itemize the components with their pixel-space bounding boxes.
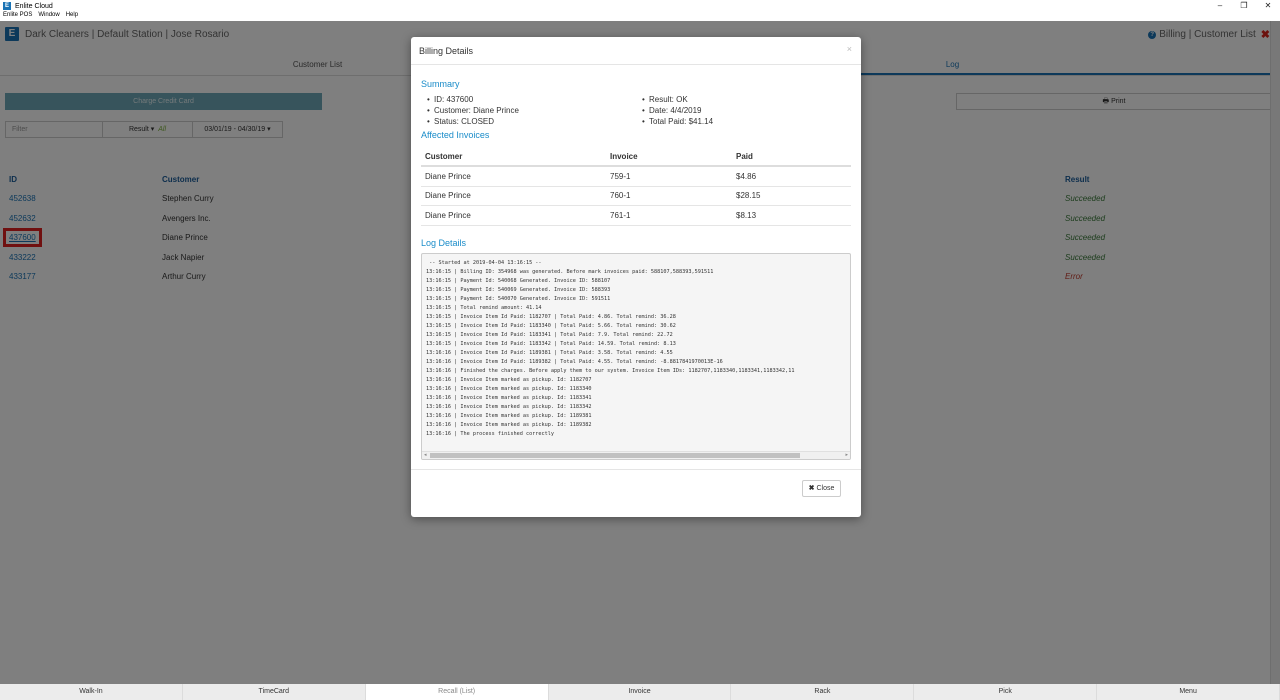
modal-header: Billing Details × <box>411 37 861 65</box>
invoice-paid: $4.86 <box>736 171 757 181</box>
summary-id: ID: 437600 <box>421 94 636 105</box>
log-line: 13:16:15 | Payment Id: 540068 Generated.… <box>426 277 611 284</box>
invoices-table: Customer Invoice Paid Diane Prince 759-1… <box>421 148 851 226</box>
log-line: 13:16:15 | Invoice Item Id Paid: 1183342… <box>426 340 676 347</box>
window-title: Enlite Cloud <box>15 2 53 10</box>
invoice-row: Diane Prince 761-1 $8.13 <box>421 206 851 226</box>
log-line: 13:16:15 | Total remind amount: 41.14 <box>426 304 542 311</box>
log-line: 13:16:15 | Invoice Item Id Paid: 1183340… <box>426 322 676 329</box>
log-line: 13:16:16 | Invoice Item marked as pickup… <box>426 394 592 401</box>
close-window-button[interactable]: ✕ <box>1256 0 1280 12</box>
log-line: 13:16:16 | Finished the charges. Before … <box>426 367 795 374</box>
log-line: 13:16:16 | Invoice Item Id Paid: 1189381… <box>426 349 673 356</box>
scroll-left-arrow-icon[interactable]: ◂ <box>424 452 427 458</box>
invoice-customer: Diane Prince <box>425 171 471 181</box>
nav-rack[interactable]: Rack <box>731 684 915 700</box>
affected-invoices-title: Affected Invoices <box>421 130 490 140</box>
summary-date: Date: 4/4/2019 <box>636 105 851 116</box>
maximize-button[interactable]: ❐ <box>1232 0 1256 12</box>
app-icon: E <box>3 2 11 10</box>
modal-footer: ✖ Close <box>411 469 861 517</box>
summary-list: ID: 437600 Customer: Diane Prince Status… <box>421 94 851 127</box>
summary-total-paid: Total Paid: $41.14 <box>636 116 851 127</box>
summary-title: Summary <box>421 79 460 89</box>
nav-recall-list[interactable]: Recall (List) <box>365 684 549 700</box>
nav-menu[interactable]: Menu <box>1097 684 1280 700</box>
nav-walk-in[interactable]: Walk-In <box>0 684 183 700</box>
nav-pick[interactable]: Pick <box>914 684 1098 700</box>
log-line: 13:16:15 | Invoice Item Id Paid: 1182707… <box>426 313 676 320</box>
log-details-title: Log Details <box>421 237 467 248</box>
summary-customer: Customer: Diane Prince <box>421 105 636 116</box>
log-line: 13:16:15 | Payment Id: 540070 Generated.… <box>426 295 611 302</box>
invoice-number: 759-1 <box>610 171 631 181</box>
minimize-button[interactable]: – <box>1208 0 1232 12</box>
menu-help[interactable]: Help <box>66 12 78 21</box>
log-line: 13:16:16 | Invoice Item Id Paid: 1189382… <box>426 358 723 365</box>
invoice-paid: $8.13 <box>736 210 757 220</box>
log-line: 13:16:16 | Invoice Item marked as pickup… <box>426 385 592 392</box>
close-button[interactable]: ✖ Close <box>802 480 841 497</box>
log-text: -- Started at 2019-04-04 13:16:15 -- 13:1… <box>422 254 850 444</box>
invoice-customer: Diane Prince <box>425 210 471 220</box>
footer-nav: Walk-In TimeCard Recall (List) Invoice R… <box>0 684 1280 700</box>
invoice-number: 760-1 <box>610 191 631 201</box>
log-line: 13:16:16 | Invoice Item marked as pickup… <box>426 376 592 383</box>
invoice-row: Diane Prince 759-1 $4.86 <box>421 167 851 187</box>
col-invoice: Invoice <box>610 152 638 161</box>
scroll-thumb[interactable] <box>430 452 800 458</box>
nav-invoice[interactable]: Invoice <box>549 684 732 700</box>
close-label: Close <box>816 485 835 492</box>
log-line: 13:16:16 | Invoice Item marked as pickup… <box>426 412 592 419</box>
close-icon: ✖ <box>808 485 815 492</box>
summary-status: Status: CLOSED <box>421 116 636 127</box>
billing-details-modal: Billing Details × Summary ID: 437600 Cus… <box>411 37 861 517</box>
log-details-box[interactable]: -- Started at 2019-04-04 13:16:15 -- 13:1… <box>421 252 851 460</box>
log-horizontal-scrollbar[interactable]: ◂ ▸ <box>422 450 850 459</box>
log-line: 13:16:16 | The process finished correctl… <box>426 430 555 437</box>
log-line: 13:16:15 | Invoice Item Id Paid: 1183341… <box>426 331 673 338</box>
log-line: 13:16:15 | Payment Id: 540069 Generated.… <box>426 286 611 293</box>
menubar: Enlite POS Window Help <box>0 12 1280 21</box>
window-titlebar: E Enlite Cloud – ❐ ✕ <box>0 0 1280 12</box>
menu-enlite-pos[interactable]: Enlite POS <box>3 12 32 21</box>
col-paid: Paid <box>736 152 753 161</box>
scroll-right-arrow-icon[interactable]: ▸ <box>845 452 848 458</box>
nav-timecard[interactable]: TimeCard <box>183 684 366 700</box>
log-line: 13:16:16 | Invoice Item marked as pickup… <box>426 403 592 410</box>
invoices-header: Customer Invoice Paid <box>421 148 851 167</box>
invoice-paid: $28.15 <box>736 191 761 201</box>
invoice-number: 761-1 <box>610 210 631 220</box>
summary-result: Result: OK <box>636 94 851 105</box>
log-line: -- Started at 2019-04-04 13:16:15 -- <box>426 259 542 266</box>
log-line: 13:16:15 | Billing ID: 354968 was genera… <box>426 268 714 275</box>
modal-title: Billing Details <box>419 46 474 56</box>
menu-window[interactable]: Window <box>38 12 59 21</box>
col-customer: Customer <box>425 152 463 161</box>
invoice-customer: Diane Prince <box>425 191 471 201</box>
log-line: 13:16:16 | Invoice Item marked as pickup… <box>426 421 592 428</box>
invoice-row: Diane Prince 760-1 $28.15 <box>421 187 851 206</box>
modal-close-icon[interactable]: × <box>847 44 852 54</box>
